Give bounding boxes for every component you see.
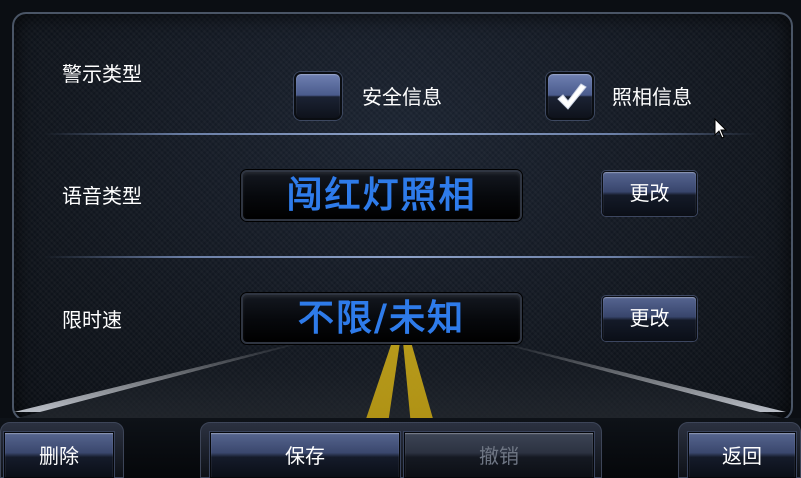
settings-screen: 警示类型 安全信息 照相信息 语音类型 闯红灯照相 更改 限时速 不限/未知 更… [0,0,801,478]
safety-info-label: 安全信息 [362,85,442,109]
safety-info-checkbox[interactable] [294,72,342,120]
camera-info-label: 照相信息 [612,85,692,109]
mouse-cursor-icon [714,118,728,139]
separator [44,256,757,258]
speed-limit-display: 不限/未知 [241,293,522,344]
voice-type-display: 闯红灯照相 [241,170,522,221]
voice-type-label: 语音类型 [62,184,142,208]
speed-limit-label: 限时速 [62,308,122,332]
save-button[interactable]: 保存 [210,432,400,478]
change-speed-limit-button[interactable]: 更改 [602,296,697,341]
warning-type-label: 警示类型 [62,62,142,86]
camera-info-checkbox[interactable] [546,72,594,120]
checkmark-icon [557,83,587,110]
change-voice-type-button[interactable]: 更改 [602,171,697,216]
back-button[interactable]: 返回 [688,432,796,478]
delete-button[interactable]: 删除 [4,432,114,478]
separator [44,133,757,135]
undo-button[interactable]: 撤销 [404,432,594,478]
